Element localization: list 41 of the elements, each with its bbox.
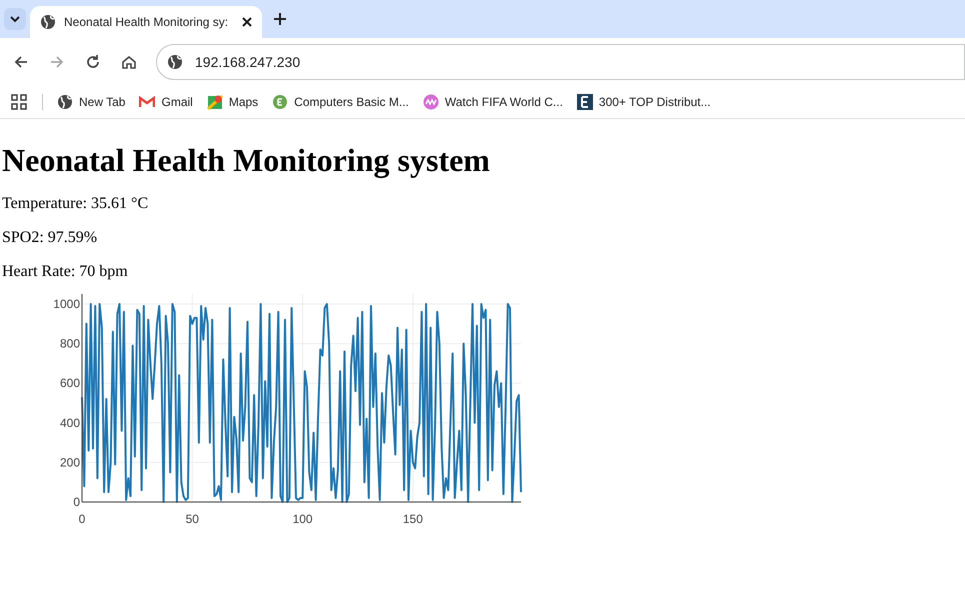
- bookmark-link[interactable]: Watch FIFA World C...: [416, 89, 569, 115]
- round-badge-icon: [272, 94, 288, 110]
- y-tick-label: 800: [60, 336, 80, 351]
- reading-text: Temperature: 35.61 °C: [2, 195, 150, 213]
- tab-list-button[interactable]: [4, 8, 26, 30]
- reload-icon: [85, 54, 101, 70]
- x-tick-label: 150: [402, 512, 423, 526]
- back-arrow-icon: [13, 54, 29, 70]
- x-tick-label: 50: [186, 512, 199, 526]
- plus-icon: [274, 13, 286, 25]
- y-tick-label: 400: [60, 416, 80, 430]
- globe-icon: [57, 94, 73, 110]
- forward-arrow-icon: [49, 54, 65, 70]
- globe-icon: [40, 14, 56, 30]
- y-tick-label: 200: [60, 455, 80, 470]
- letter-tile-icon: [576, 94, 593, 110]
- chevron-down-icon: [10, 15, 20, 23]
- map-pin-icon: [206, 94, 223, 110]
- address-bar[interactable]: 192.168.247.230: [156, 44, 965, 80]
- bookmark-link[interactable]: 300+ TOP Distribut...: [570, 89, 717, 115]
- bookmark-link[interactable]: New Tab: [51, 89, 132, 115]
- x-tick-label: 0: [78, 512, 86, 526]
- browser-tab[interactable]: Neonatal Health Monitoring sy:: [30, 6, 262, 38]
- reading-text: Heart Rate: 70 bpm: [2, 263, 129, 281]
- reading-text: SPO2: 97.59%: [2, 229, 98, 247]
- home-icon: [121, 54, 137, 70]
- tab-title: Neonatal Health Monitoring sy:: [64, 14, 230, 31]
- envelope-icon: [139, 94, 156, 110]
- wave-circle-icon: [422, 94, 439, 110]
- y-tick-label: 1000: [53, 297, 80, 311]
- y-tick-label: 0: [73, 495, 80, 509]
- x-tick-label: 100: [292, 512, 313, 526]
- bookmark-link[interactable]: Computers Basic M...: [266, 89, 415, 115]
- globe-icon: [167, 54, 183, 70]
- bookmark-link[interactable]: Gmail: [133, 89, 199, 115]
- page-heading: Neonatal Health Monitoring system: [2, 141, 491, 180]
- bookmark-link[interactable]: Maps: [200, 89, 264, 115]
- close-icon[interactable]: [242, 17, 252, 27]
- url-text: 192.168.247.230: [195, 52, 300, 72]
- y-tick-label: 600: [60, 376, 80, 390]
- apps-grid-icon[interactable]: [11, 94, 27, 110]
